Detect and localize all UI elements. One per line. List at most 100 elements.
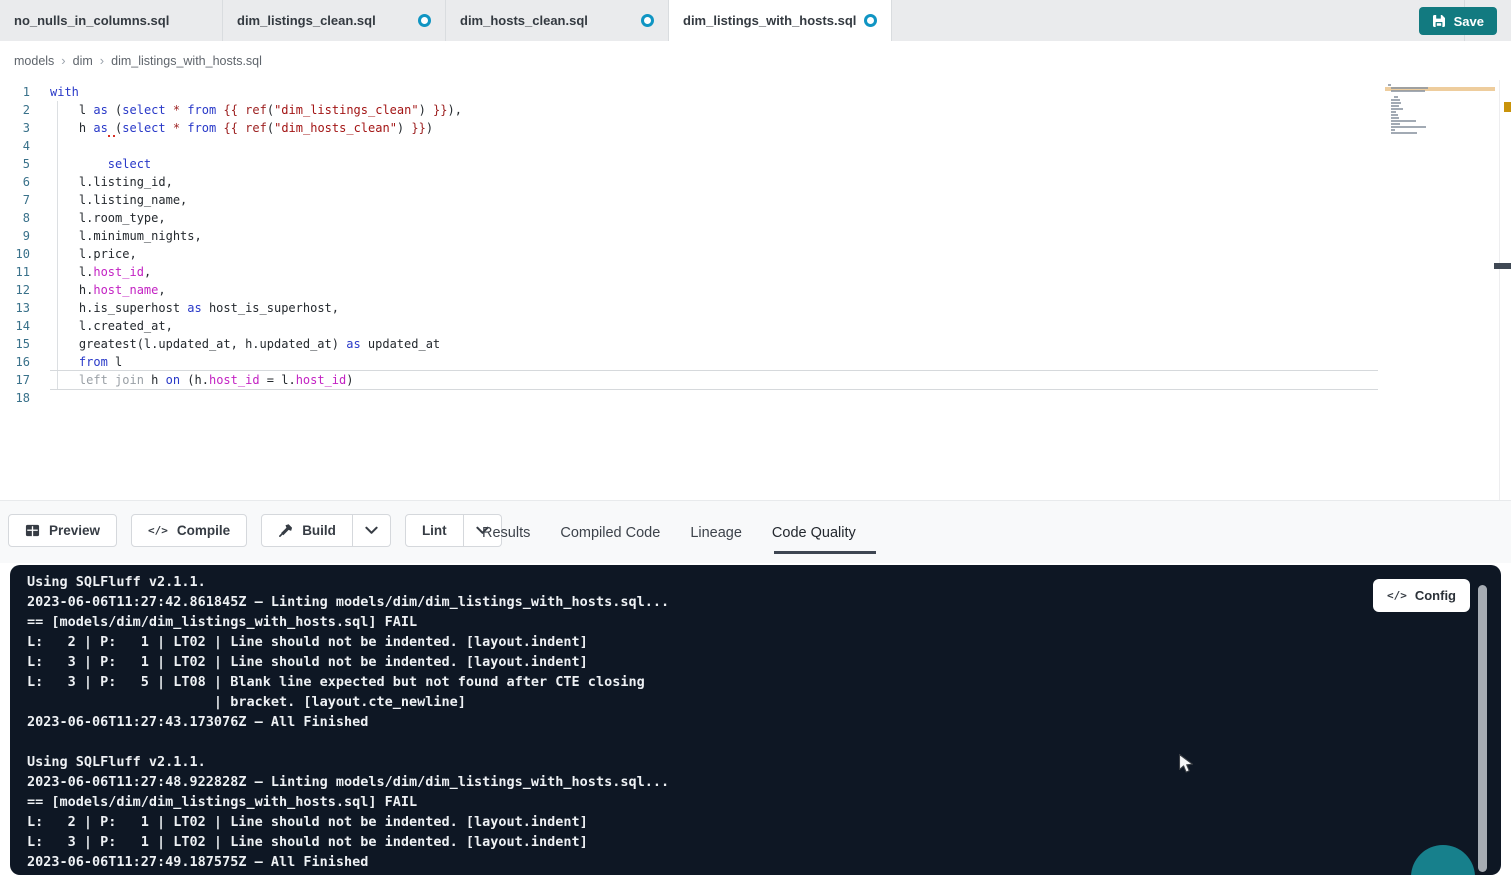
minimap-lines — [1388, 84, 1460, 137]
minimap[interactable] — [1388, 84, 1460, 138]
overview-ruler-position-marker — [1494, 263, 1511, 269]
code-line: l.minimum_nights, — [50, 227, 1378, 245]
terminal-line: L: 3 | P: 1 | LT02 | Line should not be … — [27, 832, 669, 852]
minimap-line — [1391, 102, 1402, 104]
editor-scrollbar-track[interactable] — [1499, 80, 1500, 500]
minimap-line — [1391, 132, 1418, 134]
terminal-line: L: 2 | P: 1 | LT02 | Line should not be … — [27, 812, 669, 832]
line-number: 2 — [0, 101, 30, 119]
code-line: h as (select * from {{ ref("dim_hosts_cl… — [50, 119, 1378, 137]
toolbar-buttons: Preview </> Compile Build — [8, 514, 502, 547]
panel-tab-lineage[interactable]: Lineage — [690, 525, 742, 541]
build-split-button: Build — [261, 514, 391, 547]
minimap-line — [1391, 108, 1403, 110]
lint-button[interactable]: Lint — [405, 514, 464, 547]
modified-indicator-icon — [418, 14, 431, 27]
breadcrumb-segment[interactable]: dim — [73, 54, 93, 68]
code-line: left join h on (h.host_id = l.host_id) — [50, 371, 1378, 389]
help-fab-button[interactable] — [1411, 845, 1475, 875]
preview-grid-icon — [25, 523, 40, 538]
file-tab-label: dim_listings_with_hosts.sql — [683, 13, 856, 28]
line-number: 6 — [0, 173, 30, 191]
modified-indicator-icon — [864, 14, 877, 27]
terminal-panel[interactable]: Using SQLFluff v2.1.1.2023-06-06T11:27:4… — [10, 565, 1501, 875]
code-line: with — [50, 83, 1378, 101]
terminal-scrollbar-thumb[interactable] — [1478, 585, 1487, 872]
panel-tab-strip: Results Compiled Code Lineage Code Quality — [482, 501, 856, 564]
minimap-line — [1391, 111, 1397, 113]
chevron-down-icon — [365, 526, 378, 535]
code-line: l as (select * from {{ ref("dim_listings… — [50, 101, 1378, 119]
code-line: select — [50, 155, 1378, 173]
code-line: l.created_at, — [50, 317, 1378, 335]
hammer-icon — [278, 523, 293, 538]
line-number: 14 — [0, 317, 30, 335]
minimap-line — [1391, 90, 1425, 92]
line-number: 9 — [0, 227, 30, 245]
panel-tab-code-quality[interactable]: Code Quality — [772, 525, 856, 541]
code-line: l.price, — [50, 245, 1378, 263]
line-number: 11 — [0, 263, 30, 281]
terminal-line: L: 2 | P: 1 | LT02 | Line should not be … — [27, 632, 669, 652]
file-tab[interactable]: no_nulls_in_columns.sql — [0, 0, 223, 41]
minimap-line — [1391, 129, 1395, 131]
file-tab-label: dim_hosts_clean.sql — [460, 13, 588, 28]
line-number: 1 — [0, 83, 30, 101]
line-number: 3 — [0, 119, 30, 137]
line-number: 17 — [0, 371, 30, 389]
breadcrumb: models›dim›dim_listings_with_hosts.sql — [14, 53, 262, 68]
code-line: l.listing_name, — [50, 191, 1378, 209]
terminal-line: 2023-06-06T11:27:48.922828Z – Linting mo… — [27, 772, 669, 792]
file-tab-label: no_nulls_in_columns.sql — [14, 13, 169, 28]
minimap-line — [1391, 99, 1400, 101]
breadcrumb-segment[interactable]: dim_listings_with_hosts.sql — [111, 54, 262, 68]
code-lines: with l as (select * from {{ ref("dim_lis… — [50, 83, 1378, 407]
minimap-line — [1391, 105, 1399, 107]
compile-button[interactable]: </> Compile — [131, 514, 247, 547]
minimap-line — [1391, 117, 1399, 119]
minimap-line — [1394, 96, 1398, 98]
line-number: 10 — [0, 245, 30, 263]
terminal-line: Using SQLFluff v2.1.1. — [27, 752, 669, 772]
terminal-line: L: 3 | P: 1 | LT02 | Line should not be … — [27, 652, 669, 672]
line-number: 16 — [0, 353, 30, 371]
terminal-blank-line — [27, 732, 669, 752]
lint-button-label: Lint — [422, 523, 447, 538]
breadcrumb-row: models›dim›dim_listings_with_hosts.sql — [0, 41, 1511, 80]
code-brackets-icon: </> — [1387, 589, 1407, 602]
build-button[interactable]: Build — [261, 514, 353, 547]
line-number: 5 — [0, 155, 30, 173]
code-line: l.room_type, — [50, 209, 1378, 227]
minimap-line — [1391, 123, 1400, 125]
gutter: 123456789101112131415161718 — [0, 83, 30, 407]
file-tab[interactable]: dim_hosts_clean.sql — [446, 0, 669, 41]
terminal-line: Using SQLFluff v2.1.1. — [27, 572, 669, 592]
mouse-cursor — [1178, 753, 1196, 781]
minimap-line — [1388, 84, 1391, 86]
terminal-text: Using SQLFluff v2.1.1.2023-06-06T11:27:4… — [27, 572, 669, 872]
build-dropdown-button[interactable] — [353, 514, 391, 547]
terminal-line: 2023-06-06T11:27:42.861845Z – Linting mo… — [27, 592, 669, 612]
config-button[interactable]: </> Config — [1373, 579, 1470, 612]
line-number: 13 — [0, 299, 30, 317]
terminal-line: L: 3 | P: 5 | LT08 | Blank line expected… — [27, 672, 669, 692]
build-button-label: Build — [302, 523, 336, 538]
terminal-line: 2023-06-06T11:27:43.173076Z – All Finish… — [27, 712, 669, 732]
panel-tab-results[interactable]: Results — [482, 525, 530, 541]
file-tab[interactable]: dim_listings_with_hosts.sql — [669, 0, 892, 41]
panel-tab-compiled-code[interactable]: Compiled Code — [560, 525, 660, 541]
config-button-label: Config — [1415, 588, 1456, 603]
code-line: greatest(l.updated_at, h.updated_at) as … — [50, 335, 1378, 353]
file-tab[interactable]: dim_listings_clean.sql — [223, 0, 446, 41]
code-line — [50, 389, 1378, 407]
code-line: h.host_name, — [50, 281, 1378, 299]
line-number: 15 — [0, 335, 30, 353]
preview-button[interactable]: Preview — [8, 514, 117, 547]
minimap-line — [1391, 114, 1398, 116]
code-editor[interactable]: 123456789101112131415161718 with l as (s… — [0, 80, 1511, 500]
save-button[interactable]: Save — [1419, 7, 1497, 35]
file-tab-strip: no_nulls_in_columns.sql dim_listings_clea… — [0, 0, 1511, 41]
minimap-line — [1391, 126, 1426, 128]
breadcrumb-segment[interactable]: models — [14, 54, 54, 68]
code-line: h.is_superhost as host_is_superhost, — [50, 299, 1378, 317]
